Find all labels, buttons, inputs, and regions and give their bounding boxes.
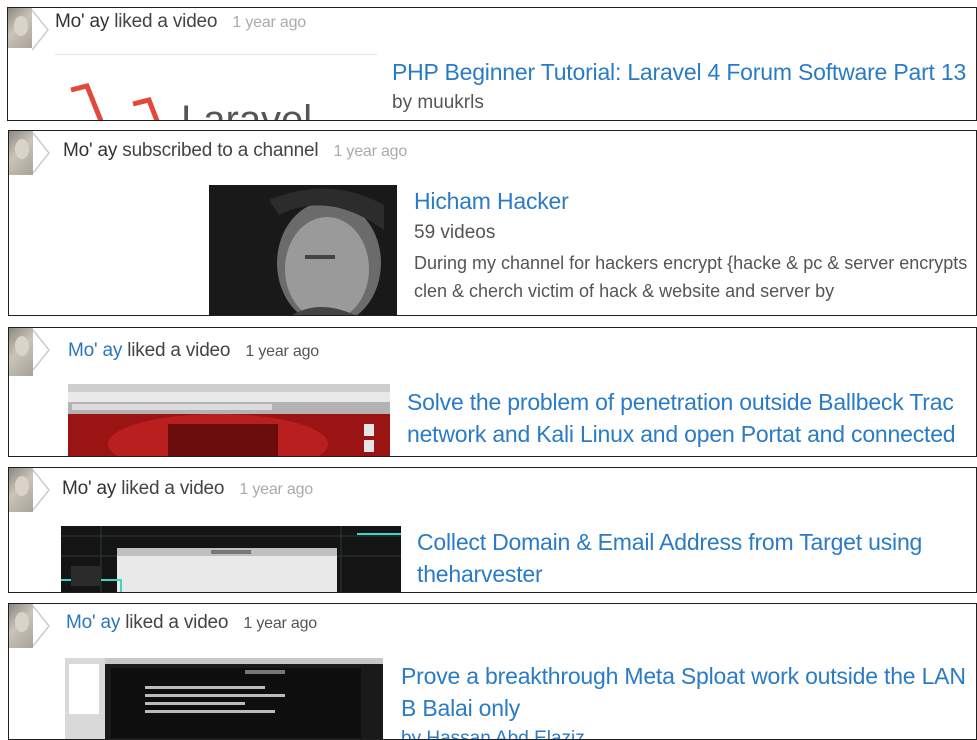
user-name-link[interactable]: Mo' ay: [68, 340, 122, 361]
video-title-link[interactable]: Solve the problem of penetration outside…: [407, 386, 976, 450]
user-name-link[interactable]: Mo' ay: [62, 478, 116, 499]
activity-headline: Mo' ay liked a video 1 year ago: [62, 478, 313, 500]
feed-item-2: Mo' ay subscribed to a channel 1 year ag…: [8, 130, 977, 316]
feed-item-1: Mo' ay liked a video 1 year ago Laravel …: [7, 7, 977, 121]
terminal-screenshot-icon: [65, 658, 383, 739]
activity-headline: Mo' ay liked a video 1 year ago: [68, 340, 319, 362]
video-thumbnail[interactable]: [68, 384, 390, 456]
user-avatar[interactable]: [8, 8, 32, 48]
video-thumbnail[interactable]: [61, 526, 401, 592]
activity-time: 1 year ago: [232, 14, 307, 31]
speech-pointer-icon: [33, 469, 50, 511]
desktop-screenshot-icon: [61, 526, 401, 592]
activity-time: 1 year ago: [243, 615, 318, 632]
video-thumbnail[interactable]: [65, 658, 383, 739]
portrait-image-icon: [209, 185, 397, 315]
user-avatar[interactable]: [9, 468, 33, 512]
speech-pointer-icon: [32, 9, 49, 51]
speech-pointer-icon: [33, 132, 50, 174]
video-byline[interactable]: by Hassan Abd Elaziz: [401, 728, 585, 739]
channel-description: During my channel for hackers encrypt {h…: [414, 253, 968, 301]
activity-headline: Mo' ay liked a video 1 year ago: [55, 11, 306, 33]
channel-title-link[interactable]: Hicham Hacker: [414, 185, 569, 217]
user-avatar[interactable]: [9, 328, 33, 376]
speech-pointer-icon: [33, 605, 50, 647]
feed-item-4: Mo' ay liked a video 1 year ago Collect …: [8, 467, 977, 593]
user-name-link[interactable]: Mo' ay: [66, 612, 120, 633]
speech-pointer-icon: [33, 329, 50, 371]
activity-headline: Mo' ay liked a video 1 year ago: [66, 612, 317, 634]
divider: [55, 54, 377, 55]
video-title-link[interactable]: PHP Beginner Tutorial: Laravel 4 Forum S…: [392, 56, 966, 88]
activity-action: liked a video: [114, 11, 218, 32]
video-title-link[interactable]: Prove a breakthrough Meta Sploat work ou…: [401, 660, 976, 724]
desktop-screenshot-icon: [68, 384, 390, 456]
user-avatar[interactable]: [9, 604, 33, 648]
video-title-link[interactable]: Collect Domain & Email Address from Targ…: [417, 526, 976, 590]
activity-action: liked a video: [125, 612, 229, 633]
feed-item-3: Mo' ay liked a video 1 year ago Solve th…: [8, 327, 977, 457]
user-avatar[interactable]: [9, 131, 33, 175]
thumbnail-text: Laravel: [181, 98, 313, 121]
activity-headline: Mo' ay subscribed to a channel 1 year ag…: [63, 140, 407, 162]
activity-time: 1 year ago: [333, 143, 408, 160]
channel-video-count: 59 videos: [414, 222, 496, 243]
activity-action: subscribed to a channel: [122, 140, 319, 161]
activity-time: 1 year ago: [239, 481, 314, 498]
feed-item-5: Mo' ay liked a video 1 year ago Prove a …: [8, 603, 977, 740]
channel-thumbnail[interactable]: [209, 185, 397, 315]
video-byline[interactable]: by muukrls: [392, 92, 484, 114]
user-name-link[interactable]: Mo' ay: [63, 140, 117, 161]
user-name-link[interactable]: Mo' ay: [55, 11, 109, 32]
activity-time: 1 year ago: [245, 343, 320, 360]
video-thumbnail[interactable]: Laravel: [63, 68, 363, 121]
activity-action: liked a video: [127, 340, 231, 361]
activity-action: liked a video: [121, 478, 225, 499]
